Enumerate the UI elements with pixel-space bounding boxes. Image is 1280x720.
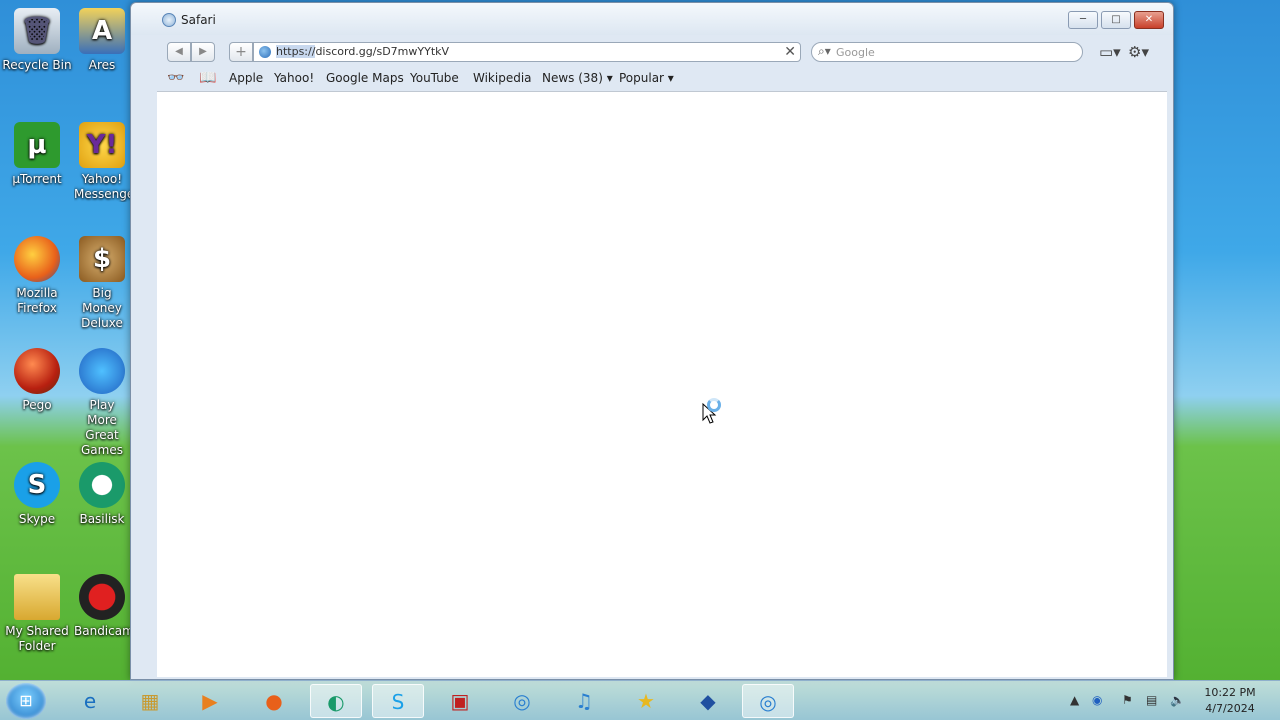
file-explorer-icon[interactable]: ▦	[124, 684, 176, 718]
minimize-button[interactable]: ─	[1068, 11, 1098, 29]
bookmark-google-maps[interactable]: Google Maps	[326, 71, 404, 85]
network-app-tray-icon[interactable]: ◉	[1092, 693, 1102, 707]
desktop-icon-label: Yahoo! Messenger	[74, 172, 130, 201]
safari-window: Safari ─ □ ✕ ◀ ▶ + https://discord.gg/sD…	[130, 2, 1174, 680]
desktop-icon-play-more-games[interactable]: Play More Great Games	[74, 348, 130, 458]
search-field[interactable]: ⌕▾	[811, 42, 1083, 62]
toolbar: ◀ ▶ + https://discord.gg/sD7mwYYtkV ✕ ⌕▾…	[131, 35, 1173, 65]
movie-maker-icon[interactable]: ★	[620, 684, 672, 718]
desktop-icon-label: Basilisk	[79, 512, 125, 526]
desktop-icon-basilisk[interactable]: Basilisk	[74, 462, 130, 527]
firefox-icon	[14, 236, 60, 282]
system-clock[interactable]: 10:22 PM 4/7/2024	[1196, 685, 1264, 717]
show-hidden-icons[interactable]: ▲	[1070, 693, 1079, 707]
desktop-icon-ares[interactable]: A Ares	[74, 8, 130, 73]
bookmark-youtube[interactable]: YouTube	[410, 71, 459, 85]
search-input[interactable]	[836, 45, 1076, 59]
bookmarks-book-icon[interactable]: 📖	[199, 70, 216, 86]
desktop-icon-pego[interactable]: Pego	[0, 348, 74, 413]
desktop-icon-utorrent[interactable]: µ µTorrent	[0, 122, 74, 187]
bookmark-yahoo[interactable]: Yahoo!	[274, 71, 314, 85]
ares-icon: A	[79, 8, 125, 54]
start-button[interactable]: ⊞	[6, 683, 46, 719]
volume-muted-icon[interactable]: 🔈	[1170, 693, 1185, 707]
play-more-games-icon	[79, 348, 125, 394]
url-rest-part: discord.gg/sD7mwYYtkV	[315, 45, 450, 58]
back-button[interactable]: ◀	[167, 42, 191, 62]
desktop-icon-label: Pego	[22, 398, 52, 412]
maximize-button[interactable]: □	[1101, 11, 1131, 29]
forward-button[interactable]: ▶	[191, 42, 215, 62]
mp-app-icon[interactable]: ▣	[434, 684, 486, 718]
clock-time: 10:22 PM	[1204, 686, 1256, 699]
skype-icon: S	[14, 462, 60, 508]
bandicam-icon	[79, 574, 125, 620]
safari-icon	[162, 13, 176, 27]
clock-date: 4/7/2024	[1205, 702, 1255, 715]
desktop-icon-yahoo-messenger[interactable]: Y! Yahoo! Messenger	[74, 122, 130, 202]
bookmark-popular-dropdown[interactable]: Popular ▾	[619, 71, 674, 85]
taskbar: ⊞ e ▦ ▶ ● ◐ S ▣ ◎ ♫ ★ ◆ ◎ ▲ ◉ ⚑ ▤ 🔈 10:2…	[0, 680, 1280, 720]
desktop-icon-label: Ares	[88, 58, 116, 72]
action-center-flag-icon[interactable]: ⚑	[1122, 693, 1133, 707]
basilisk-icon	[79, 462, 125, 508]
clear-url-icon[interactable]: ✕	[784, 44, 796, 60]
url-selected-part: https://	[276, 45, 316, 58]
window-title: Safari	[181, 13, 216, 27]
recycle-bin-icon: 🗑	[14, 8, 60, 54]
utorrent-icon: µ	[14, 122, 60, 168]
safari-active-taskbar-icon[interactable]: ◎	[742, 684, 794, 718]
reading-list-icon[interactable]: 👓	[167, 70, 184, 86]
bookmark-apple[interactable]: Apple	[229, 71, 263, 85]
search-icon: ⌕▾	[818, 44, 831, 58]
desktop-icon-label: Big Money Deluxe	[81, 286, 123, 330]
desktop-icon-big-money[interactable]: $ Big Money Deluxe	[74, 236, 130, 331]
firefox-taskbar-icon[interactable]: ●	[248, 684, 300, 718]
bookmarks-bar: 👓 📖 Apple Yahoo! Google Maps YouTube Wik…	[131, 65, 1173, 89]
skype-taskbar-icon[interactable]: S	[372, 684, 424, 718]
safari-taskbar-icon[interactable]: ◎	[496, 684, 548, 718]
page-content[interactable]	[157, 91, 1167, 677]
desktop-icon-label: Recycle Bin	[2, 58, 72, 72]
loading-spinner-icon	[707, 398, 721, 412]
desktop-icon-skype[interactable]: S Skype	[0, 462, 74, 527]
gear-icon[interactable]: ⚙▾	[1128, 43, 1149, 61]
desktop-icon-firefox[interactable]: Mozilla Firefox	[0, 236, 74, 316]
desktop-icon-label: Mozilla Firefox	[16, 286, 58, 315]
desktop-icon-bandicam[interactable]: Bandicam	[74, 574, 130, 639]
globe-icon	[259, 46, 271, 58]
page-menu-icon[interactable]: ▭▾	[1099, 43, 1121, 61]
media-player-icon[interactable]: ▶	[184, 684, 236, 718]
basilisk-taskbar-icon[interactable]: ◐	[310, 684, 362, 718]
add-bookmark-button[interactable]: +	[229, 42, 253, 62]
desktop-icon-label: Play More Great Games	[81, 398, 123, 457]
desktop-icon-recycle-bin[interactable]: 🗑 Recycle Bin	[0, 8, 74, 73]
big-money-icon: $	[79, 236, 125, 282]
pego-icon	[14, 348, 60, 394]
bookmark-news-dropdown[interactable]: News (38) ▾	[542, 71, 613, 85]
desktop-icon-shared-folder[interactable]: My Shared Folder	[0, 574, 74, 654]
network-icon[interactable]: ▤	[1146, 693, 1157, 707]
itunes-icon[interactable]: ♫	[558, 684, 610, 718]
desktop-icon-label: My Shared Folder	[5, 624, 69, 653]
bookmark-wikipedia[interactable]: Wikipedia	[473, 71, 532, 85]
close-button[interactable]: ✕	[1134, 11, 1164, 29]
desktop-icon-label: Bandicam	[74, 624, 130, 638]
folder-icon	[14, 574, 60, 620]
title-bar[interactable]: Safari ─ □ ✕	[131, 3, 1173, 35]
yahoo-messenger-icon: Y!	[79, 122, 125, 168]
address-bar[interactable]: https://discord.gg/sD7mwYYtkV ✕	[253, 42, 801, 62]
desktop-icon-label: µTorrent	[12, 172, 62, 186]
internet-explorer-icon[interactable]: e	[64, 684, 116, 718]
desktop-icon-label: Skype	[18, 512, 56, 526]
eagle-app-icon[interactable]: ◆	[682, 684, 734, 718]
url-text[interactable]: https://discord.gg/sD7mwYYtkV	[276, 45, 449, 58]
